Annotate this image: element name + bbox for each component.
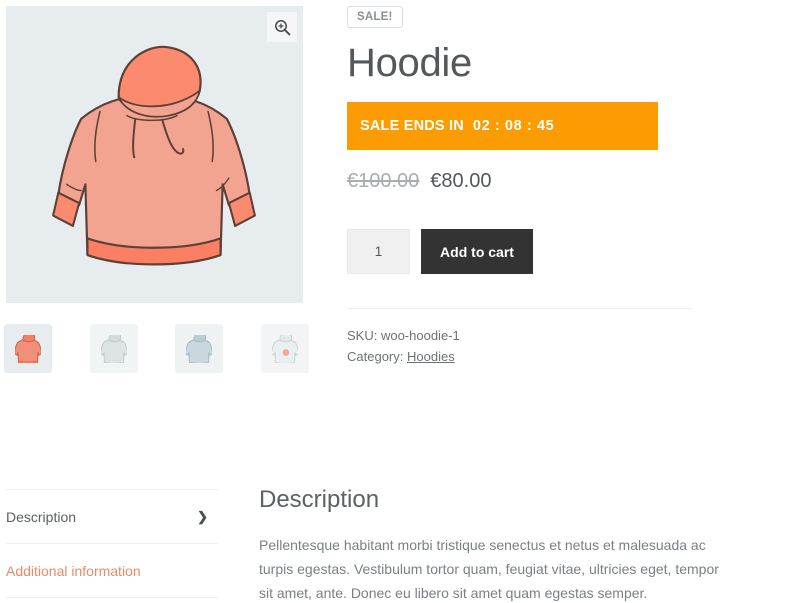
hoodie-main-illustration <box>6 6 303 303</box>
quantity-input[interactable] <box>347 229 410 275</box>
product-gallery-thumbnails <box>4 324 309 376</box>
product-category: Category: Hoodies <box>347 346 767 367</box>
add-to-cart-button[interactable]: Add to cart <box>421 229 533 275</box>
hoodie-thumb-icon <box>15 334 41 363</box>
product-sku: SKU: woo-hoodie-1 <box>347 328 460 344</box>
thumbnail-4[interactable] <box>261 324 309 373</box>
product-tabs: Description ❯ Additional information <box>6 489 218 598</box>
sale-countdown-banner: SALE ENDS IN 02 : 08 : 45 <box>347 102 658 151</box>
countdown-timer: 02 : 08 : 45 <box>472 118 555 135</box>
description-heading: Description <box>259 486 380 513</box>
description-body: Pellentesque habitant morbi tristique se… <box>259 537 719 602</box>
hoodie-thumb-icon <box>186 334 212 363</box>
description-panel: Description Pellentesque habitant morbi … <box>259 484 729 603</box>
countdown-label: SALE ENDS IN <box>360 118 464 135</box>
chevron-right-icon: ❯ <box>197 508 208 524</box>
thumbnail-3[interactable] <box>175 324 223 373</box>
price-original: €100.00 <box>347 170 420 193</box>
tab-additional-information[interactable]: Additional information <box>6 544 218 597</box>
product-meta: SKU: woo-hoodie-1 Category: Hoodies <box>347 325 767 367</box>
price-block: €100.00 €80.00 <box>347 170 767 193</box>
category-link[interactable]: Hoodies <box>407 349 455 364</box>
product-gallery-main[interactable] <box>6 6 303 303</box>
add-to-cart-form: Add to cart <box>347 229 767 275</box>
meta-divider <box>347 308 692 310</box>
hoodie-thumb-icon <box>272 334 298 363</box>
price-sale: €80.00 <box>430 170 492 193</box>
tab-additional-information-label: Additional information <box>6 562 141 579</box>
page-title: Hoodie <box>347 41 472 85</box>
status-badge-sale: SALE! <box>347 6 403 28</box>
hoodie-thumb-icon <box>101 334 127 363</box>
magnifier-glyph <box>274 19 290 35</box>
zoom-in-icon[interactable] <box>267 12 297 42</box>
product-summary: SALE! Hoodie SALE ENDS IN 02 : 08 : 45 €… <box>347 0 767 367</box>
tab-description-label: Description <box>6 508 77 525</box>
tab-description[interactable]: Description ❯ <box>6 490 218 543</box>
category-label: Category: <box>347 349 404 365</box>
thumbnail-2[interactable] <box>90 324 138 373</box>
tab-divider <box>6 597 218 598</box>
product-page: SALE! Hoodie SALE ENDS IN 02 : 08 : 45 €… <box>0 0 792 603</box>
thumbnail-1[interactable] <box>4 324 52 373</box>
